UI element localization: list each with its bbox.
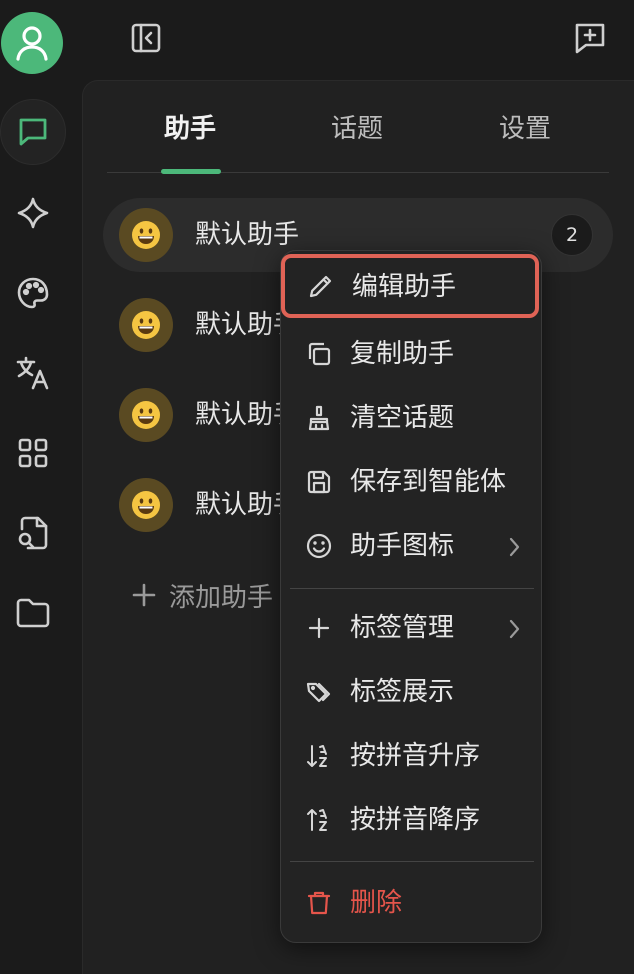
menu-item-label: 删除 (350, 888, 403, 918)
tab-indicator (161, 169, 221, 174)
panel-tabs: 助手 话题 设置 (107, 81, 609, 174)
menu-item-label: 按拼音升序 (350, 741, 481, 771)
sort-descending-icon (307, 809, 327, 831)
new-chat-button[interactable] (572, 20, 608, 56)
menu-item-edit-assistant[interactable]: 编辑助手 (281, 254, 539, 318)
menu-item-tag-manage[interactable]: 标签管理 (281, 599, 543, 657)
nav-agents[interactable] (0, 180, 66, 246)
apps-grid-icon (18, 438, 48, 468)
add-assistant-label: 添加助手 (169, 582, 274, 613)
menu-item-label: 助手图标 (350, 531, 455, 561)
nav-paint[interactable] (0, 260, 66, 326)
grinning-face-icon (132, 221, 160, 249)
menu-item-label: 复制助手 (350, 339, 455, 369)
menu-item-label: 保存到智能体 (350, 467, 507, 497)
assistant-avatar (119, 388, 173, 442)
menu-item-tag-display[interactable]: 标签展示 (281, 663, 543, 721)
menu-item-sort-pinyin-asc[interactable]: 按拼音升序 (281, 727, 543, 785)
chevron-right-icon (509, 619, 520, 639)
menu-item-sort-pinyin-desc[interactable]: 按拼音降序 (281, 791, 543, 849)
menu-item-label: 编辑助手 (352, 272, 457, 302)
menu-item-label: 清空话题 (350, 403, 455, 433)
assistant-avatar (119, 478, 173, 532)
smiley-icon (306, 533, 332, 559)
chevron-right-icon (509, 537, 520, 557)
chat-icon (19, 118, 47, 146)
nav-knowledge[interactable] (0, 500, 66, 566)
assistant-avatar (119, 208, 173, 262)
app-window: 助手 话题 设置 默认助手 2 默认助手 默认助手 默认助手 添加助手 编辑助手… (0, 0, 634, 974)
document-search-icon (18, 516, 48, 550)
plus-icon (132, 583, 156, 607)
nav-chat[interactable] (0, 99, 66, 165)
tab-topics[interactable]: 话题 (287, 109, 427, 149)
folder-icon (16, 598, 50, 628)
tab-assistants[interactable]: 助手 (120, 109, 260, 149)
grinning-face-icon (132, 491, 160, 519)
menu-item-assistant-icon[interactable]: 助手图标 (281, 517, 543, 575)
tab-settings[interactable]: 设置 (455, 109, 595, 149)
save-icon (307, 470, 331, 494)
menu-item-copy-assistant[interactable]: 复制助手 (281, 325, 543, 383)
pencil-icon (309, 275, 332, 298)
trash-icon (307, 891, 331, 915)
nav-files[interactable] (0, 580, 66, 646)
sidebar-collapse-icon (131, 23, 161, 53)
translate-icon (16, 356, 49, 390)
menu-item-label: 标签管理 (350, 613, 455, 643)
menu-divider (290, 861, 534, 862)
add-assistant-button[interactable]: 添加助手 (131, 575, 273, 615)
menu-divider (290, 588, 534, 589)
user-icon (16, 26, 48, 61)
menu-item-label: 标签展示 (350, 677, 455, 707)
left-rail (0, 0, 66, 974)
copy-icon (308, 342, 331, 366)
grinning-face-icon (132, 311, 160, 339)
menu-item-clear-topics[interactable]: 清空话题 (281, 389, 543, 447)
sort-ascending-icon (307, 745, 327, 767)
grinning-face-icon (132, 401, 160, 429)
broom-icon (308, 405, 330, 431)
sidebar-toggle-button[interactable] (128, 20, 164, 56)
topic-count-badge: 2 (551, 214, 593, 256)
new-chat-icon (575, 23, 605, 54)
plus-icon (308, 617, 330, 639)
nav-apps[interactable] (0, 420, 66, 486)
menu-item-label: 按拼音降序 (350, 805, 481, 835)
tags-icon (306, 682, 331, 703)
assistant-name: 默认助手 (195, 220, 300, 250)
sparkle-icon (17, 197, 49, 229)
user-avatar[interactable] (1, 12, 63, 74)
assistant-context-menu: 编辑助手 复制助手 清空话题 保存到智能体 助手图标 标签管理 标签展示 按拼音… (280, 250, 542, 943)
menu-item-save-to-agent[interactable]: 保存到智能体 (281, 453, 543, 511)
palette-icon (17, 277, 49, 309)
menu-item-delete[interactable]: 删除 (281, 874, 543, 932)
assistant-avatar (119, 298, 173, 352)
nav-translate[interactable] (0, 340, 66, 406)
